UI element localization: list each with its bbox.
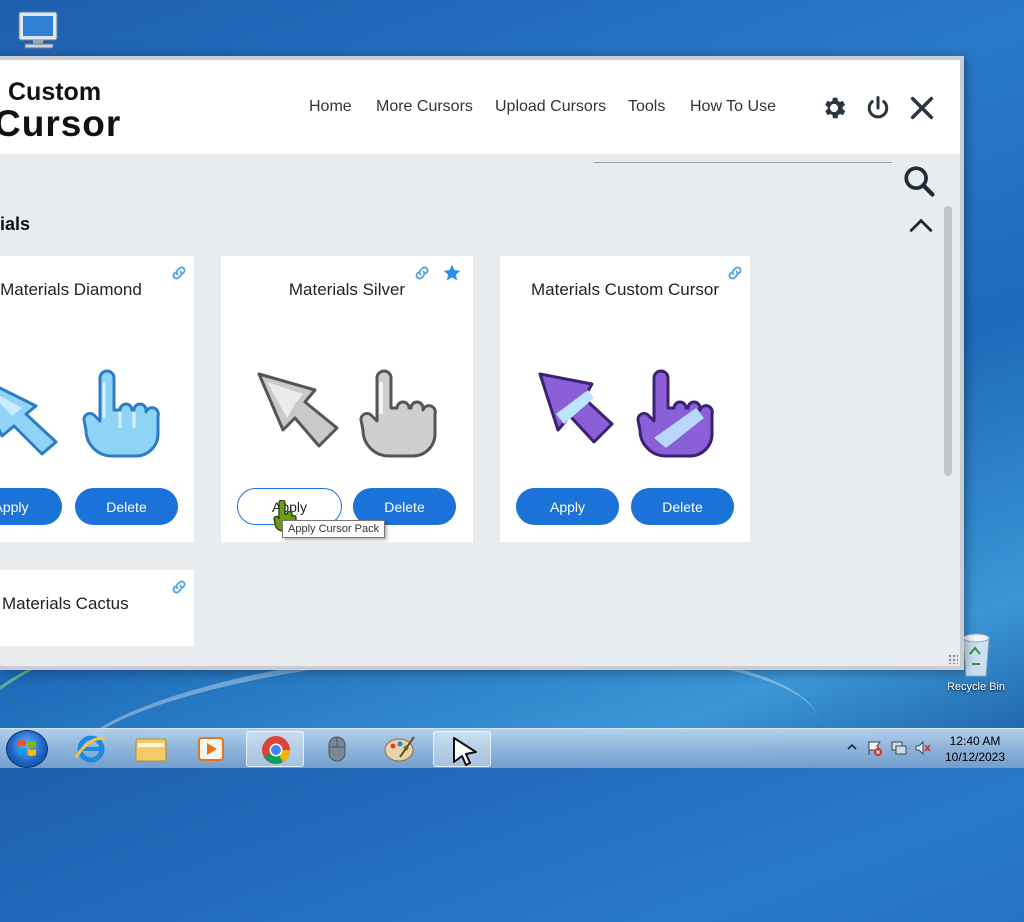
show-hidden-icons-icon[interactable] xyxy=(846,741,858,753)
taskbar-clock[interactable]: 12:40 AM 10/12/2023 xyxy=(940,733,1010,765)
star-favorite-icon[interactable] xyxy=(442,263,462,283)
nav-upload-cursors[interactable]: Upload Cursors xyxy=(495,98,606,116)
diamond-arrow-cursor-image xyxy=(0,386,58,456)
link-icon[interactable] xyxy=(413,264,431,282)
network-icon[interactable] xyxy=(890,739,908,757)
cursor-card-cactus: Materials Cactus xyxy=(0,570,194,646)
gear-icon[interactable] xyxy=(820,94,848,122)
cursor-card-custom-cursor: Materials Custom Cursor Apply Delete xyxy=(500,256,750,542)
card-title: Materials Silver xyxy=(288,280,406,299)
computer-desktop-icon[interactable] xyxy=(14,10,64,55)
taskbar-chrome[interactable] xyxy=(246,731,304,767)
chevron-up-icon[interactable] xyxy=(908,214,934,236)
nav-more-cursors[interactable]: More Cursors xyxy=(376,98,473,116)
purple-arrow-cursor-image xyxy=(538,372,614,444)
mouse-icon xyxy=(328,736,346,762)
chrome-icon xyxy=(262,736,290,764)
nav-how-to-use[interactable]: How To Use xyxy=(690,98,776,116)
clock-time: 12:40 AM xyxy=(949,734,1001,748)
purple-hand-cursor-image xyxy=(636,369,714,458)
delete-button[interactable]: Delete xyxy=(631,488,734,525)
folder-icon xyxy=(135,738,167,762)
card-title: Materials Diamond xyxy=(0,280,142,299)
taskbar-mouse[interactable] xyxy=(308,731,366,767)
apply-button[interactable]: Apply xyxy=(0,488,62,525)
search-icon[interactable] xyxy=(902,164,936,198)
apply-button[interactable]: Apply xyxy=(516,488,619,525)
paint-palette-icon xyxy=(384,736,415,762)
taskbar: 12:40 AM 10/12/2023 xyxy=(0,728,1024,768)
taskbar-file-explorer[interactable] xyxy=(122,731,180,767)
cursor-card-silver: Materials Silver Apply Delete xyxy=(221,256,473,542)
section-title: ials xyxy=(0,214,31,234)
start-button[interactable] xyxy=(6,730,48,768)
link-icon[interactable] xyxy=(726,264,744,282)
taskbar-paint[interactable] xyxy=(370,731,428,767)
app-logo: Custom Cursor xyxy=(0,78,122,144)
taskbar-custom-cursor[interactable] xyxy=(433,731,491,767)
windows-logo-icon xyxy=(18,740,36,756)
app-header: Custom Cursor Home More Cursors Upload C… xyxy=(0,60,960,154)
custom-cursor-app-icon xyxy=(453,737,477,766)
card-title: Materials Custom Cursor xyxy=(531,280,719,299)
nav-tools[interactable]: Tools xyxy=(628,98,665,116)
scrollbar[interactable] xyxy=(944,206,952,476)
silver-arrow-cursor-image xyxy=(257,372,339,448)
computer-icon xyxy=(18,11,58,49)
volume-muted-icon[interactable] xyxy=(914,739,932,757)
card-title: Materials Cactus xyxy=(2,594,129,613)
recycle-bin-label: Recycle Bin xyxy=(946,681,1006,693)
link-icon[interactable] xyxy=(170,578,188,596)
delete-button[interactable]: Delete xyxy=(75,488,178,525)
cursor-card-diamond: Materials Diamond Apply Delete xyxy=(0,256,194,542)
taskbar-internet-explorer[interactable] xyxy=(62,731,120,767)
power-icon[interactable] xyxy=(864,94,892,122)
internet-explorer-icon xyxy=(74,735,107,763)
silver-hand-cursor-image xyxy=(359,369,437,458)
clock-date: 10/12/2023 xyxy=(944,750,1006,764)
taskbar-media-player[interactable] xyxy=(182,731,240,767)
close-icon[interactable] xyxy=(908,94,936,122)
recycle-bin-icon xyxy=(962,633,990,677)
action-center-flag-icon[interactable] xyxy=(866,739,884,757)
diamond-hand-cursor-image xyxy=(82,369,160,458)
custom-cursor-window: Custom Cursor Home More Cursors Upload C… xyxy=(0,56,964,670)
tooltip: Apply Cursor Pack xyxy=(282,520,386,538)
search-input[interactable] xyxy=(594,162,892,163)
media-player-icon xyxy=(198,737,224,761)
nav-home[interactable]: Home xyxy=(309,98,352,116)
resize-grip[interactable] xyxy=(948,654,958,664)
link-icon[interactable] xyxy=(170,264,188,282)
